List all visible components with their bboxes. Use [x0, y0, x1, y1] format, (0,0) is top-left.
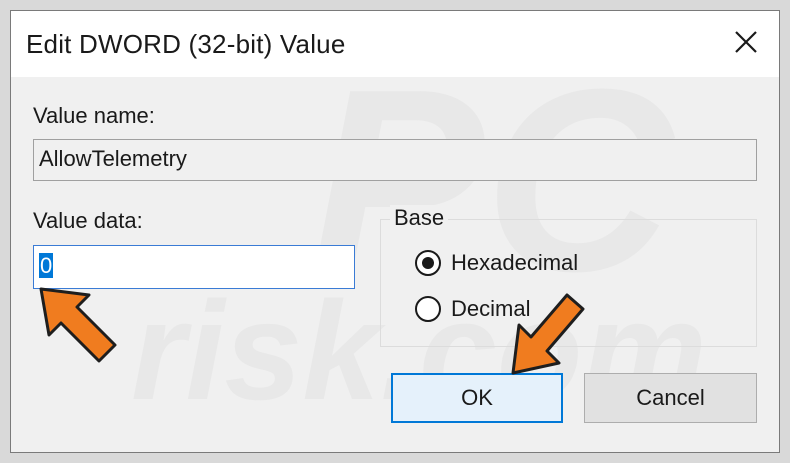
- edit-dword-dialog: PC risk.com Edit DWORD (32-bit) Value Va…: [10, 10, 780, 453]
- annotation-arrow-icon: [39, 287, 117, 363]
- base-groupbox: [380, 219, 757, 347]
- value-data-selected-text: 0: [39, 253, 54, 278]
- radio-button-unchecked[interactable]: [415, 296, 441, 322]
- close-icon: [735, 31, 757, 53]
- value-name-label: Value name:: [33, 103, 155, 128]
- value-data-label: Value data:: [33, 208, 143, 233]
- cancel-button[interactable]: Cancel: [584, 373, 757, 423]
- screenshot-frame: PC risk.com Edit DWORD (32-bit) Value Va…: [0, 0, 790, 463]
- radio-hexadecimal[interactable]: Hexadecimal: [415, 248, 578, 278]
- value-name-text: AllowTelemetry: [39, 146, 187, 171]
- radio-decimal-label: Decimal: [451, 296, 531, 321]
- ok-button-label: OK: [461, 385, 493, 410]
- cancel-button-label: Cancel: [636, 385, 705, 410]
- radio-button-checked[interactable]: [415, 250, 441, 276]
- close-button[interactable]: [725, 23, 767, 63]
- base-group-label: Base: [390, 205, 449, 231]
- value-name-field[interactable]: AllowTelemetry: [33, 139, 757, 181]
- radio-hexadecimal-label: Hexadecimal: [451, 250, 579, 275]
- title-bar: Edit DWORD (32-bit) Value: [11, 11, 779, 77]
- radio-decimal[interactable]: Decimal: [415, 294, 530, 324]
- ok-button[interactable]: OK: [391, 373, 563, 423]
- value-data-input[interactable]: 0: [33, 245, 355, 289]
- dialog-title: Edit DWORD (32-bit) Value: [26, 29, 346, 59]
